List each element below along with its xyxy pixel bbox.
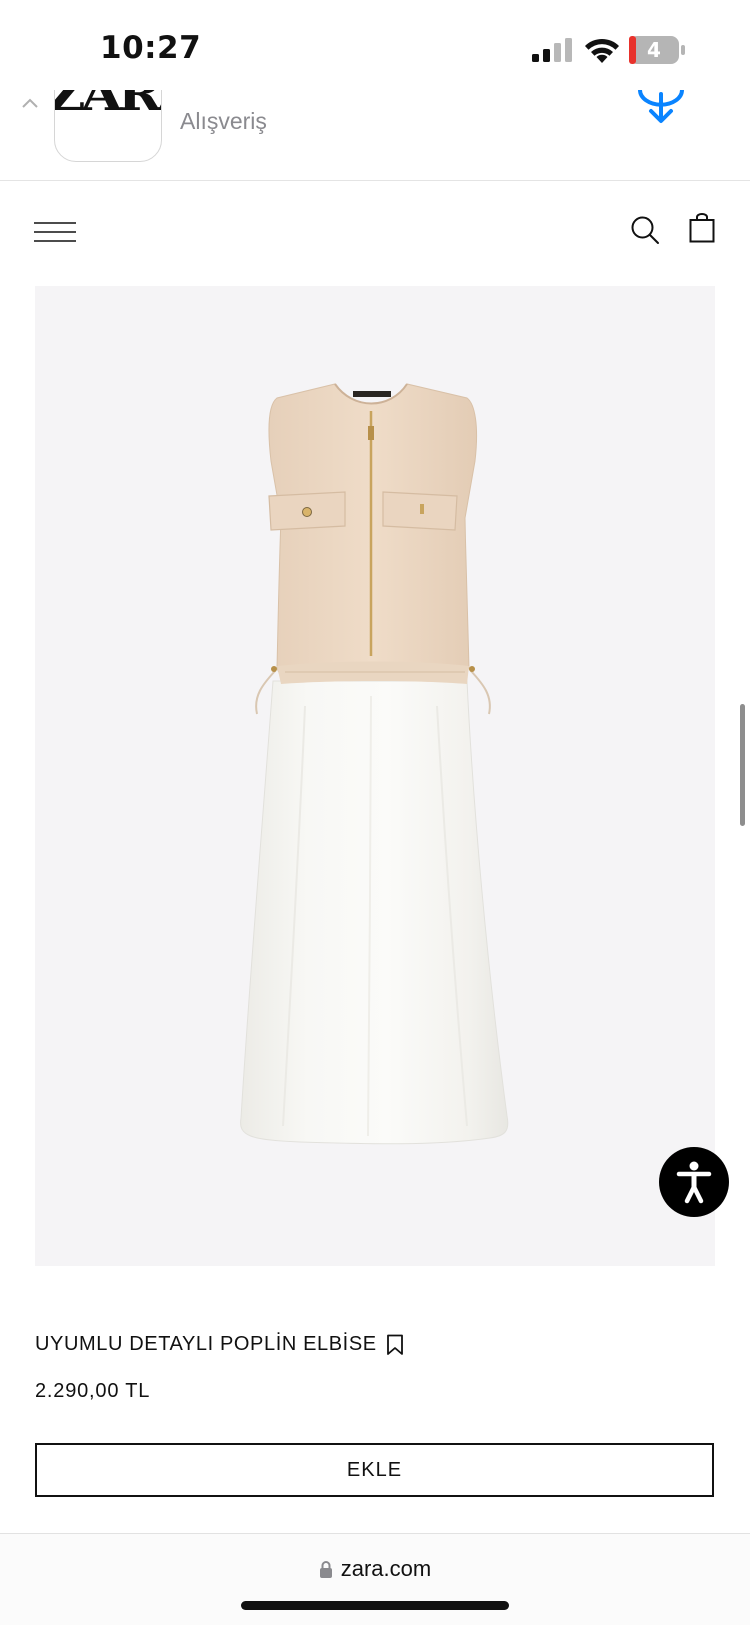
cellular-signal-icon <box>532 38 572 62</box>
site-header <box>0 181 750 281</box>
search-icon[interactable] <box>630 215 660 245</box>
zara-logo: ZARA <box>54 90 161 121</box>
accessibility-icon <box>676 1161 712 1204</box>
battery-icon: 4 <box>629 36 685 64</box>
battery-level: 4 <box>647 38 661 62</box>
app-subtitle: Alışveriş <box>180 108 267 134</box>
app-icon[interactable]: ZARA <box>54 90 162 162</box>
wifi-icon <box>585 38 619 63</box>
bookmark-icon[interactable] <box>386 1334 404 1356</box>
accessibility-button[interactable] <box>659 1147 729 1217</box>
dress-image <box>240 383 509 1145</box>
page: 10:27 4 ZARA Alışveriş <box>0 0 750 1625</box>
product-name[interactable]: UYUMLU DETAYLI POPLİN ELBİSE <box>35 1333 377 1356</box>
lock-icon <box>319 1561 332 1578</box>
app-banner: ZARA Alışveriş <box>0 90 750 181</box>
home-indicator[interactable] <box>241 1601 509 1610</box>
browser-url-bar[interactable]: zara.com <box>0 1533 750 1625</box>
product-price: 2.290,00 TL <box>35 1380 151 1402</box>
status-time: 10:27 <box>100 30 202 66</box>
status-bar: 10:27 4 <box>0 0 750 90</box>
hamburger-menu-icon[interactable] <box>34 221 78 243</box>
product-image[interactable] <box>35 286 715 1266</box>
scrollbar-thumb[interactable] <box>740 704 745 826</box>
download-icon[interactable] <box>636 90 686 126</box>
add-to-cart-button[interactable]: EKLE <box>35 1443 714 1497</box>
url-domain: zara.com <box>340 1556 432 1581</box>
shopping-bag-icon[interactable] <box>689 213 715 243</box>
chevron-up-icon[interactable] <box>20 96 40 110</box>
